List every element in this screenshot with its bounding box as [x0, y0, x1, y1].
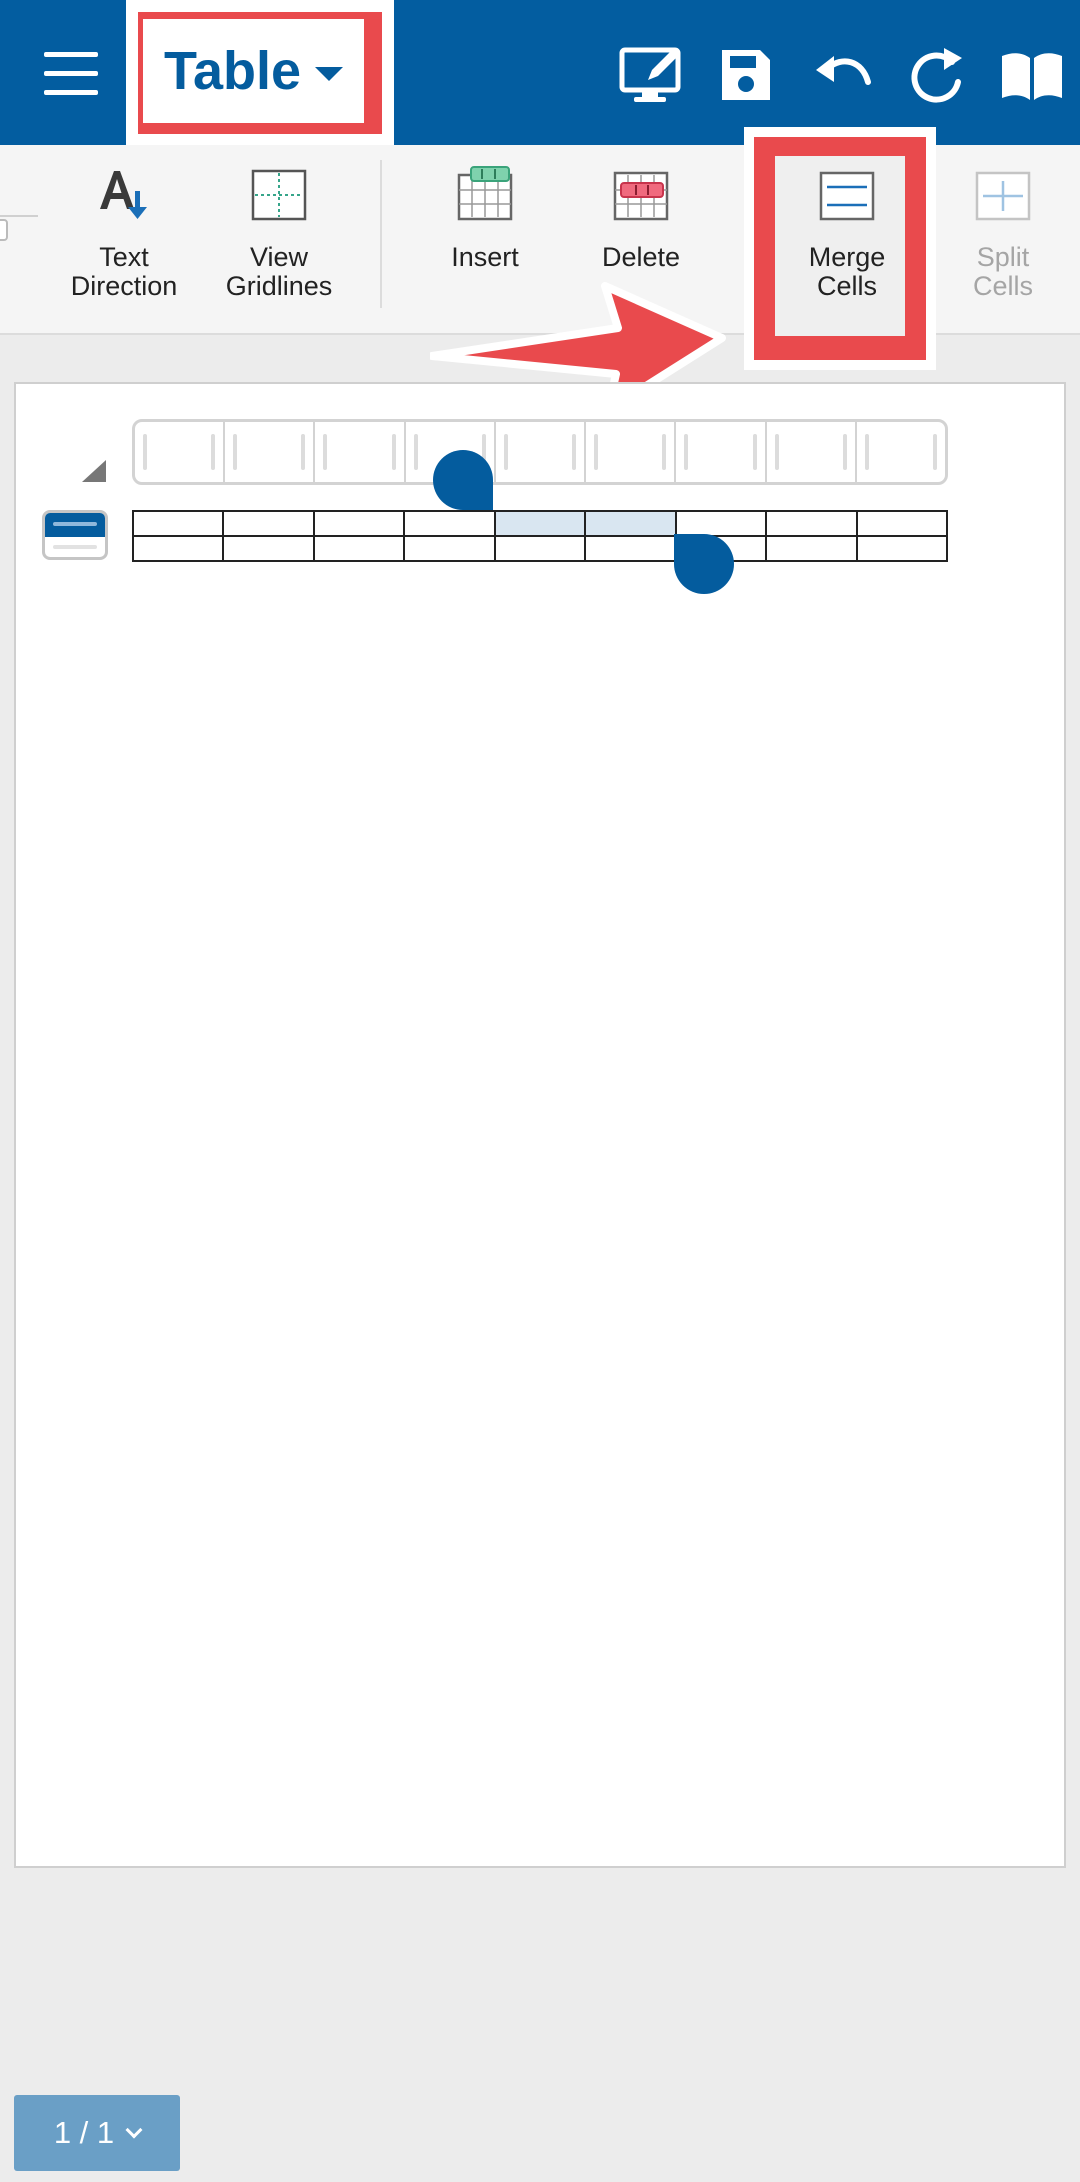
view-gridlines-icon — [249, 165, 309, 225]
table-row — [131, 510, 948, 537]
text-direction-button[interactable]: Text Direction — [49, 165, 199, 315]
table-cell[interactable] — [765, 510, 858, 537]
merge-cells-button[interactable]: Merge Cells — [772, 165, 922, 315]
menu-dropdown[interactable]: Table — [143, 19, 364, 123]
ruler-column[interactable] — [315, 422, 406, 482]
delete-label: Delete — [601, 242, 681, 272]
merge-cells-label: Merge Cells — [808, 242, 886, 301]
ruler-column[interactable] — [225, 422, 316, 482]
ruler-column[interactable] — [767, 422, 857, 482]
insert-label: Insert — [451, 242, 519, 272]
selection-end-handle[interactable] — [674, 534, 734, 594]
ruler-column[interactable] — [496, 422, 587, 482]
split-cells-icon — [973, 165, 1033, 225]
table-cell[interactable] — [855, 510, 948, 537]
table-cell[interactable] — [855, 535, 948, 562]
split-cells-button[interactable]: Split Cells — [928, 165, 1078, 315]
ruler-column[interactable] — [676, 422, 767, 482]
text-direction-icon — [94, 165, 154, 225]
merge-cells-icon — [817, 165, 877, 225]
view-gridlines-button[interactable]: View Gridlines — [204, 165, 354, 315]
document-table[interactable] — [131, 510, 948, 562]
insert-table-icon — [455, 165, 515, 225]
table-cell-selected[interactable] — [493, 510, 587, 537]
row-selector[interactable] — [42, 510, 108, 560]
table-cell[interactable] — [403, 510, 496, 537]
undo-icon[interactable] — [808, 42, 876, 108]
page-indicator[interactable]: 1 / 1 — [14, 2095, 180, 2171]
present-edit-icon[interactable] — [618, 42, 686, 108]
table-row — [131, 535, 948, 562]
table-cell[interactable] — [131, 510, 225, 537]
hamburger-menu-icon[interactable] — [44, 52, 100, 96]
ruler-column[interactable] — [857, 422, 945, 482]
document-page[interactable] — [14, 382, 1066, 1868]
table-select-corner-icon[interactable] — [80, 458, 108, 484]
table-cell[interactable] — [222, 510, 315, 537]
table-cell[interactable] — [222, 535, 315, 562]
table-cell[interactable] — [403, 535, 496, 562]
ribbon-separator — [380, 160, 382, 308]
page-indicator-text: 1 / 1 — [53, 2115, 115, 2150]
table-cell[interactable] — [312, 535, 406, 562]
table-cell-selected[interactable] — [584, 510, 677, 537]
chevron-down-icon — [125, 2121, 143, 2139]
table-cell[interactable] — [493, 535, 587, 562]
column-ruler[interactable] — [132, 419, 948, 485]
ribbon-scroll-edge — [0, 215, 38, 217]
redo-icon[interactable] — [904, 42, 972, 108]
read-mode-icon[interactable] — [998, 42, 1066, 108]
delete-table-icon — [611, 165, 671, 225]
text-direction-label: Text Direction — [70, 242, 178, 301]
table-cell[interactable] — [312, 510, 406, 537]
chevron-down-icon — [315, 67, 344, 81]
table-cell[interactable] — [674, 510, 768, 537]
table-cell[interactable] — [131, 535, 225, 562]
app-bar: Table — [0, 0, 1080, 146]
selection-start-handle[interactable] — [433, 450, 493, 510]
table-cell[interactable] — [584, 535, 677, 562]
ruler-column[interactable] — [135, 422, 226, 482]
save-icon[interactable] — [712, 42, 780, 108]
table-cell[interactable] — [765, 535, 858, 562]
ribbon-prev-item[interactable] — [0, 219, 8, 241]
split-cells-label: Split Cells — [972, 242, 1033, 301]
view-gridlines-label: View Gridlines — [225, 242, 333, 301]
ruler-column[interactable] — [586, 422, 677, 482]
menu-title: Table — [163, 41, 302, 101]
